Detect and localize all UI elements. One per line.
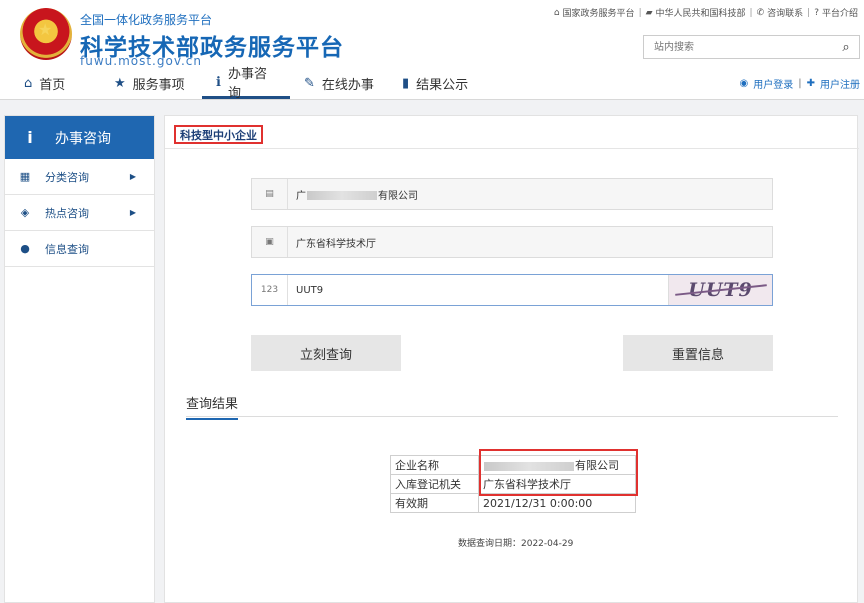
top-link-most[interactable]: ▰ 中华人民共和国科技部 [645, 6, 746, 20]
reset-button[interactable]: 重置信息 [623, 335, 773, 371]
nav-services[interactable]: ★ 服务事项 [100, 68, 202, 99]
user-links: ◉ 用户登录 | ✚ 用户注册 [740, 76, 861, 91]
home-icon: ⌂ [553, 7, 560, 18]
chevron-right-icon: ▶ [129, 172, 136, 181]
site-domain: fuwu.most.gov.cn [80, 54, 203, 68]
highlight-box [479, 449, 638, 496]
top-links: ⌂ 国家政务服务平台 | ▰ 中华人民共和国科技部 | ✆ 咨询联系 | ? 平台介绍 [553, 6, 858, 20]
top-link-gov-platform[interactable]: ⌂ 国家政务服务平台 [553, 6, 635, 20]
divider [165, 148, 859, 149]
info-icon: ℹ [216, 74, 221, 90]
grid-icon: ▦ [19, 170, 31, 183]
table-row: 有效期 2021/12/31 0:00:00 [390, 493, 636, 513]
sidebar-item-hot-consult[interactable]: ◈ 热点咨询 ▶ [5, 195, 154, 231]
register-link[interactable]: 用户注册 [820, 76, 860, 91]
page: 全国一体化政务服务平台 科学技术部政务服务平台 fuwu.most.gov.cn… [0, 0, 864, 603]
redacted-text [307, 191, 377, 200]
nav-results[interactable]: ▮ 结果公示 [388, 68, 488, 99]
fire-icon: ◈ [20, 206, 30, 219]
bulb-icon: ● [20, 242, 30, 255]
chevron-right-icon: ▶ [129, 208, 136, 217]
top-link-about[interactable]: ? 平台介绍 [814, 6, 858, 20]
number-icon: 123 [252, 275, 288, 305]
document-icon: ▤ [252, 179, 288, 209]
main-nav: ⌂ 首页 ★ 服务事项 ℹ 办事咨询 ✎ 在线办事 ▮ 结果公示 [10, 67, 488, 101]
add-user-icon: ✚ [806, 78, 815, 89]
authority-value: 广东省科学技术厅 [296, 238, 376, 250]
top-link-contact[interactable]: ✆ 咨询联系 [756, 6, 804, 20]
user-icon: ◉ [739, 78, 749, 89]
sidebar-header: i 办事咨询 [5, 116, 154, 159]
captcha-input-value: UUT9 [296, 284, 324, 296]
help-icon: ? [814, 7, 819, 18]
table-cell-key: 有效期 [390, 493, 479, 513]
sidebar-item-info-query[interactable]: ● 信息查询 [5, 231, 154, 267]
main-content: 科技型中小企业 ▤ 广有限公司 ▣ 广东省科学技术厅 123 UUT9 UUT9… [164, 115, 859, 603]
pencil-icon: ✎ [304, 76, 315, 91]
divider: | [807, 7, 811, 18]
section-title: 科技型中小企业 [174, 125, 263, 144]
captcha-image[interactable]: UUT9 [668, 275, 772, 305]
nav-online[interactable]: ✎ 在线办事 [290, 68, 388, 99]
nav-home[interactable]: ⌂ 首页 [10, 68, 100, 99]
divider: | [798, 78, 802, 89]
sidebar-item-category-consult[interactable]: ▦ 分类咨询 ▶ [5, 159, 154, 195]
home-icon: ⌂ [24, 76, 33, 91]
divider: | [638, 7, 642, 18]
divider: | [749, 7, 753, 18]
authority-field[interactable]: ▣ 广东省科学技术厅 [251, 226, 773, 258]
site-subtitle: 全国一体化政务服务平台 [80, 13, 213, 27]
phone-icon: ✆ [756, 7, 765, 18]
national-emblem-logo [20, 8, 72, 60]
nav-consult[interactable]: ℹ 办事咨询 [202, 67, 290, 101]
sidebar: i 办事咨询 ▦ 分类咨询 ▶ ◈ 热点咨询 ▶ ● 信息查询 [4, 115, 155, 603]
query-date: 数据查询日期：2022-04-29 [458, 539, 574, 549]
company-name-field[interactable]: ▤ 广有限公司 [251, 178, 773, 210]
book-icon: ▮ [402, 76, 410, 91]
site-search: ⌕ [643, 35, 860, 59]
table-cell-value: 2021/12/31 0:00:00 [478, 493, 636, 513]
table-cell-key: 企业名称 [390, 455, 479, 475]
search-icon[interactable]: ⌕ [833, 36, 859, 58]
company-name-value: 广有限公司 [296, 190, 418, 202]
table-cell-key: 入库登记机关 [390, 474, 479, 494]
captcha-field[interactable]: 123 UUT9 UUT9 [251, 274, 773, 306]
flag-icon: ▰ [645, 7, 653, 18]
info-icon: i [27, 128, 33, 147]
search-input[interactable] [644, 36, 834, 58]
id-card-icon: ▣ [252, 227, 288, 257]
divider [186, 416, 838, 417]
site-header: 全国一体化政务服务平台 科学技术部政务服务平台 fuwu.most.gov.cn… [0, 0, 864, 101]
query-button[interactable]: 立刻查询 [251, 335, 401, 371]
login-link[interactable]: 用户登录 [753, 76, 793, 91]
star-icon: ★ [114, 76, 126, 91]
